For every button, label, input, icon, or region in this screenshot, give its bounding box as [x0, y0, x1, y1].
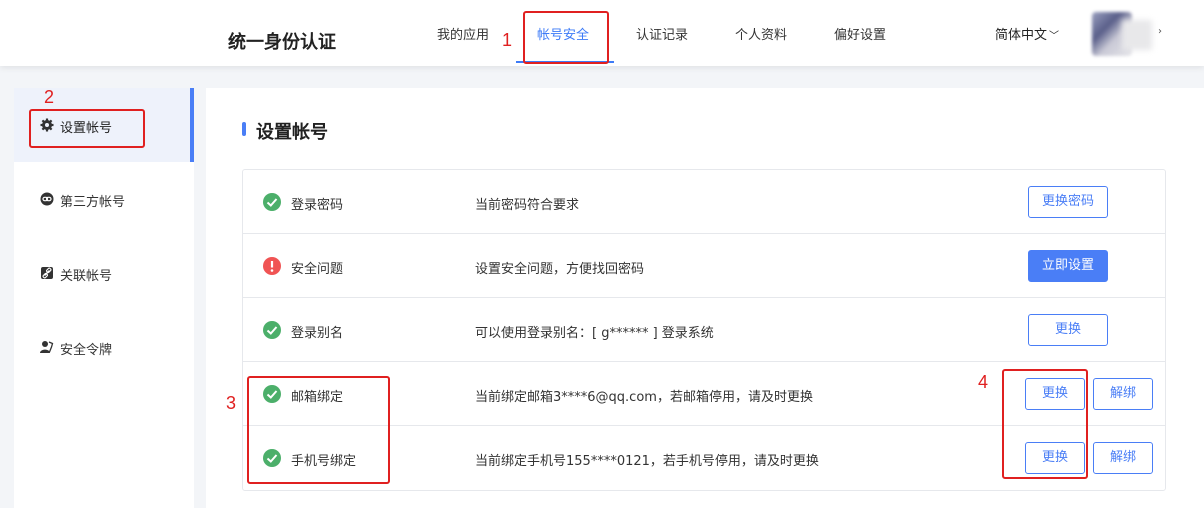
- nav-profile[interactable]: 个人资料: [735, 24, 787, 43]
- annotation-box-2: [29, 109, 145, 148]
- chain-icon: [41, 267, 53, 279]
- row-description: 当前绑定手机号155****0121，若手机号停用，请及时更换: [475, 454, 819, 469]
- language-label: 简体中文: [995, 28, 1048, 43]
- avatar-username-blurred: [1122, 20, 1152, 50]
- sidebar-item-label: 安全令牌: [60, 343, 113, 358]
- unbind-email-button[interactable]: 解绑: [1093, 378, 1153, 410]
- row-description: 当前绑定邮箱3****6@qq.com，若邮箱停用，请及时更换: [475, 390, 813, 405]
- link-icon: [40, 192, 54, 206]
- annotation-box-3: [247, 376, 390, 484]
- annotation-number-1: 1: [502, 30, 513, 50]
- row-description: 设置安全问题，方便找回密码: [475, 262, 645, 277]
- annotation-number-2: 2: [44, 87, 55, 107]
- user-token-icon: [40, 341, 54, 353]
- chevron-down-icon: ﹀: [1049, 31, 1060, 42]
- section-title: 设置帐号: [256, 122, 328, 143]
- setup-now-button[interactable]: 立即设置: [1028, 250, 1108, 282]
- language-selector[interactable]: 简体中文 ﹀: [995, 24, 1059, 43]
- row-description: 可以使用登录别名：[ g****** ] 登录系统: [475, 326, 714, 341]
- sidebar-item-linked-accounts[interactable]: 关联帐号: [14, 236, 194, 310]
- row-name: 安全问题: [291, 262, 344, 277]
- table-row: 登录别名 可以使用登录别名：[ g****** ] 登录系统 更换: [243, 298, 1165, 362]
- app-title: 统一身份认证: [228, 32, 336, 53]
- row-name: 登录别名: [291, 326, 344, 341]
- section-title-accent: [242, 122, 246, 136]
- check-circle-icon: [263, 321, 281, 339]
- annotation-box-1: [523, 11, 609, 64]
- annotation-number-3: 3: [226, 393, 237, 413]
- chevron-icon[interactable]: ›: [1158, 26, 1162, 37]
- row-description: 当前密码符合要求: [475, 198, 580, 213]
- sidebar-item-security-token[interactable]: 安全令牌: [14, 310, 194, 384]
- unbind-phone-button[interactable]: 解绑: [1093, 442, 1153, 474]
- change-password-button[interactable]: 更换密码: [1028, 186, 1108, 218]
- row-name: 登录密码: [291, 198, 344, 213]
- table-row: 登录密码 当前密码符合要求 更换密码: [243, 170, 1165, 234]
- annotation-box-4: [1002, 369, 1088, 479]
- annotation-number-4: 4: [978, 372, 989, 392]
- nav-my-apps[interactable]: 我的应用: [437, 24, 489, 43]
- nav-auth-records[interactable]: 认证记录: [636, 24, 688, 43]
- sidebar-item-label: 第三方帐号: [60, 195, 126, 210]
- change-alias-button[interactable]: 更换: [1028, 314, 1108, 346]
- sidebar: 设置帐号 第三方帐号 关联帐号 安全令牌: [14, 88, 194, 508]
- sidebar-item-label: 关联帐号: [60, 269, 113, 284]
- exclamation-circle-icon: [263, 257, 281, 275]
- table-row: 安全问题 设置安全问题，方便找回密码 立即设置: [243, 234, 1165, 298]
- sidebar-item-third-party[interactable]: 第三方帐号: [14, 162, 194, 236]
- check-circle-icon: [263, 193, 281, 211]
- sidebar-active-indicator: [190, 88, 194, 162]
- nav-preferences[interactable]: 偏好设置: [834, 24, 886, 43]
